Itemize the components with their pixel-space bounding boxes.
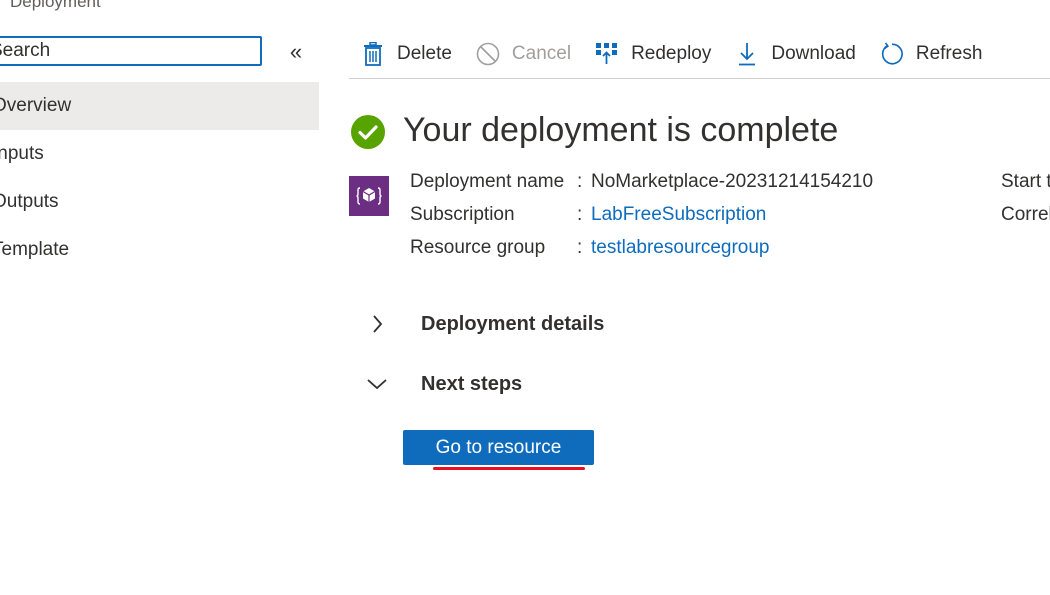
go-to-resource-button[interactable]: Go to resource <box>403 430 594 465</box>
breadcrumb: Deployment <box>10 0 101 11</box>
cancel-icon <box>476 42 500 66</box>
deployment-details-toggle[interactable]: Deployment details <box>362 309 604 339</box>
sidebar-item-label: Inputs <box>0 143 44 164</box>
resource-group-link[interactable]: testlabresourcegroup <box>591 234 770 262</box>
resource-template-icon <box>349 176 389 216</box>
page-title: Your deployment is complete <box>403 111 839 149</box>
redeploy-icon <box>595 42 619 66</box>
next-steps-label: Next steps <box>421 372 523 395</box>
redeploy-button[interactable]: Redeploy <box>595 30 711 78</box>
command-bar: Delete Cancel Redeploy Download Refresh <box>349 30 1050 79</box>
search-input[interactable] <box>0 40 252 62</box>
sidebar-item-label: Template <box>0 239 70 260</box>
next-steps-toggle[interactable]: Next steps <box>362 369 522 399</box>
sidebar-item-outputs[interactable]: Outputs <box>0 178 319 226</box>
deployment-details-label: Deployment details <box>421 312 605 335</box>
property-separator: : <box>577 204 583 225</box>
deployment-name-value: NoMarketplace-20231214154210 <box>591 171 874 192</box>
download-label: Download <box>771 43 856 64</box>
deployment-properties: Deployment name : NoMarketplace-20231214… <box>410 168 1010 267</box>
sidebar-item-overview[interactable]: Overview <box>0 82 319 130</box>
sidebar-nav: Overview Inputs Outputs Template <box>0 82 319 274</box>
sidebar-item-template[interactable]: Template <box>0 226 319 274</box>
property-separator: : <box>577 237 583 258</box>
download-icon <box>735 42 759 66</box>
cancel-label: Cancel <box>511 43 572 64</box>
property-separator: : <box>577 171 583 192</box>
property-label: Subscription <box>410 204 515 225</box>
sidebar-item-label: Overview <box>0 95 72 116</box>
delete-label: Delete <box>397 43 452 64</box>
chevron-down-icon <box>362 369 392 399</box>
start-time-label: Start time <box>1001 171 1050 192</box>
search-box[interactable] <box>0 36 262 66</box>
property-row: Deployment name : NoMarketplace-20231214… <box>410 168 1010 201</box>
refresh-button[interactable]: Refresh <box>880 30 983 78</box>
download-button[interactable]: Download <box>735 30 856 78</box>
property-row: Resource group : testlabresourcegroup <box>410 234 1010 267</box>
highlight-underline <box>433 467 585 470</box>
redeploy-label: Redeploy <box>631 43 712 64</box>
refresh-label: Refresh <box>915 43 983 64</box>
property-label: Resource group <box>410 237 546 258</box>
success-check-icon <box>351 115 385 149</box>
delete-icon <box>361 42 385 66</box>
collapse-icon[interactable]: « <box>285 41 307 64</box>
cancel-button[interactable]: Cancel <box>476 30 571 78</box>
property-label: Deployment name <box>410 171 565 192</box>
chevron-right-icon <box>362 309 392 339</box>
subscription-link[interactable]: LabFreeSubscription <box>591 201 766 229</box>
sidebar-item-inputs[interactable]: Inputs <box>0 130 319 178</box>
delete-button[interactable]: Delete <box>361 30 452 78</box>
correlation-id-label: Correlation ID <box>1001 204 1050 225</box>
refresh-icon <box>880 42 904 66</box>
sidebar-item-label: Outputs <box>0 191 59 212</box>
deployment-properties-right: Start time Correlation ID <box>1001 168 1050 234</box>
property-row: Subscription : LabFreeSubscription <box>410 201 1010 234</box>
